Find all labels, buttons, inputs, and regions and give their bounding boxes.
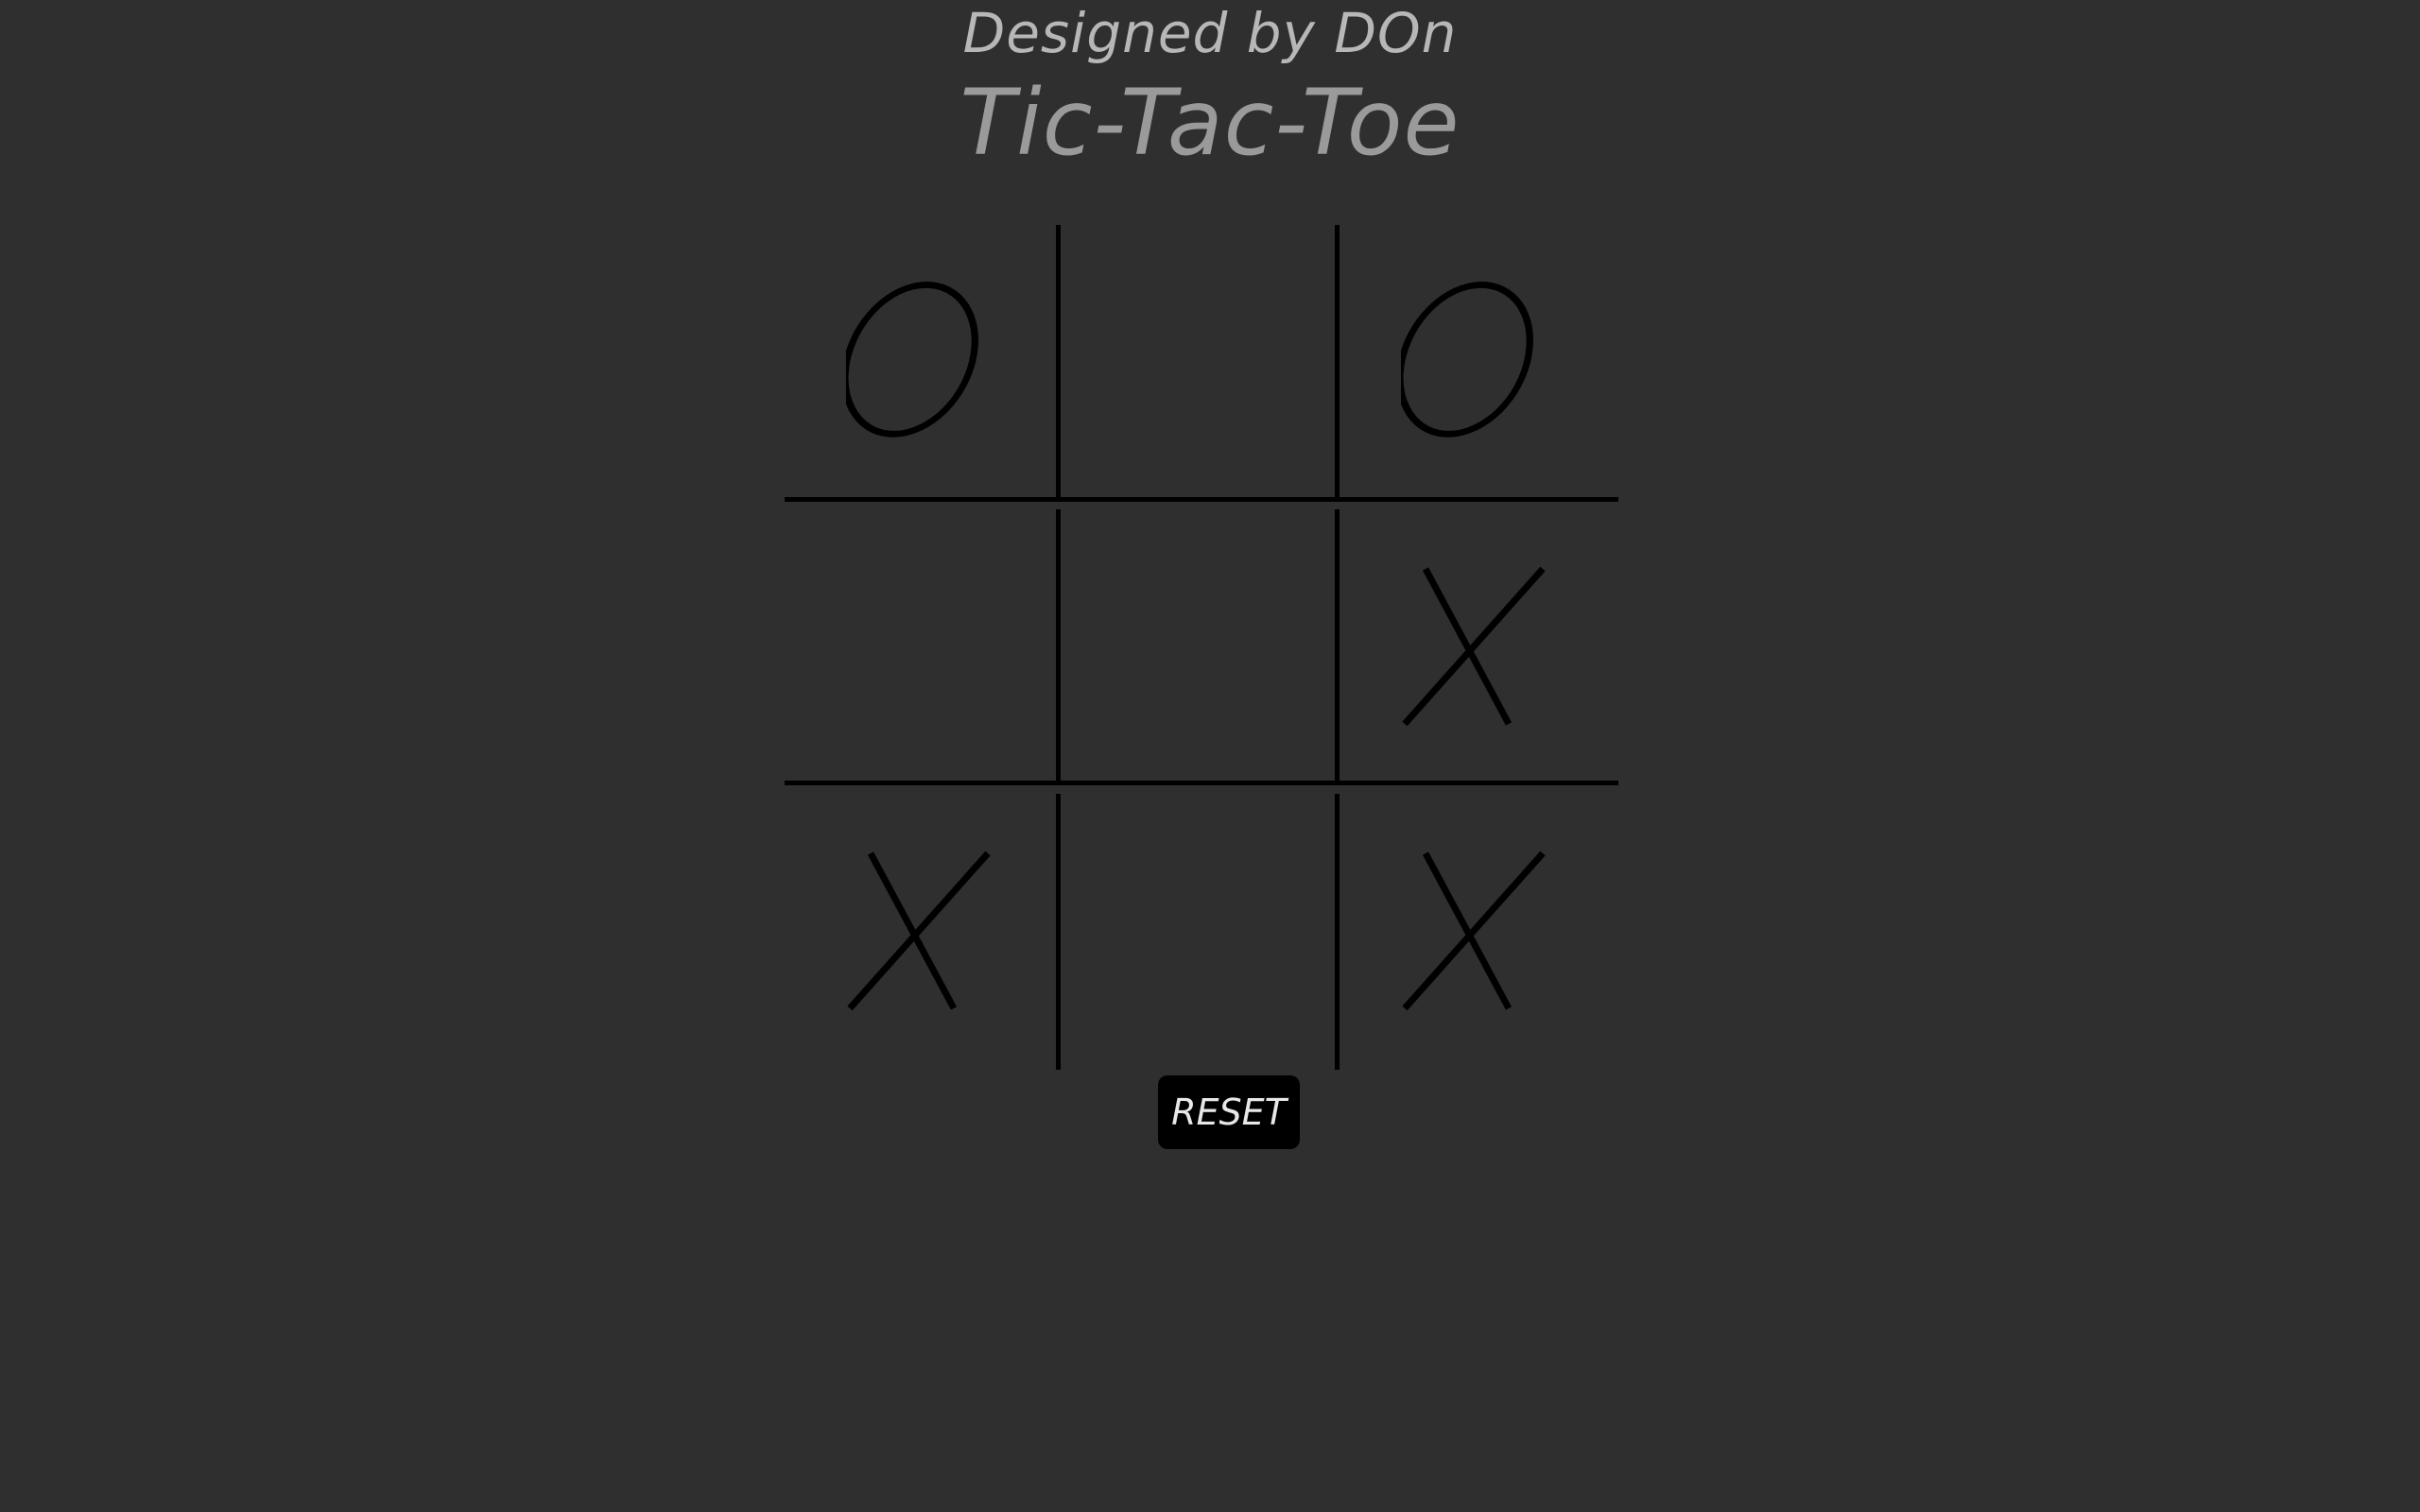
board-cell-4[interactable] — [785, 509, 1059, 783]
game-title: Tic-Tac-Toe — [959, 70, 1461, 176]
board-cell-1[interactable] — [785, 225, 1059, 499]
o-mark — [1401, 282, 1533, 438]
x-mark — [1402, 850, 1546, 1011]
board-cell-9[interactable] — [1340, 794, 1614, 1068]
x-mark — [847, 850, 991, 1011]
o-mark — [846, 282, 978, 438]
board-cell-8[interactable] — [1061, 794, 1335, 1068]
game-board — [785, 225, 1618, 1070]
board-cell-3[interactable] — [1340, 225, 1614, 499]
board-cell-6[interactable] — [1340, 509, 1614, 783]
board-cell-7[interactable] — [785, 794, 1059, 1068]
x-mark — [1402, 566, 1546, 727]
designer-credit: Designed by DOn — [962, 1, 1458, 65]
reset-button[interactable]: RESET — [1158, 1075, 1300, 1149]
board-cell-2[interactable] — [1061, 225, 1335, 499]
board-cell-5[interactable] — [1061, 509, 1335, 783]
